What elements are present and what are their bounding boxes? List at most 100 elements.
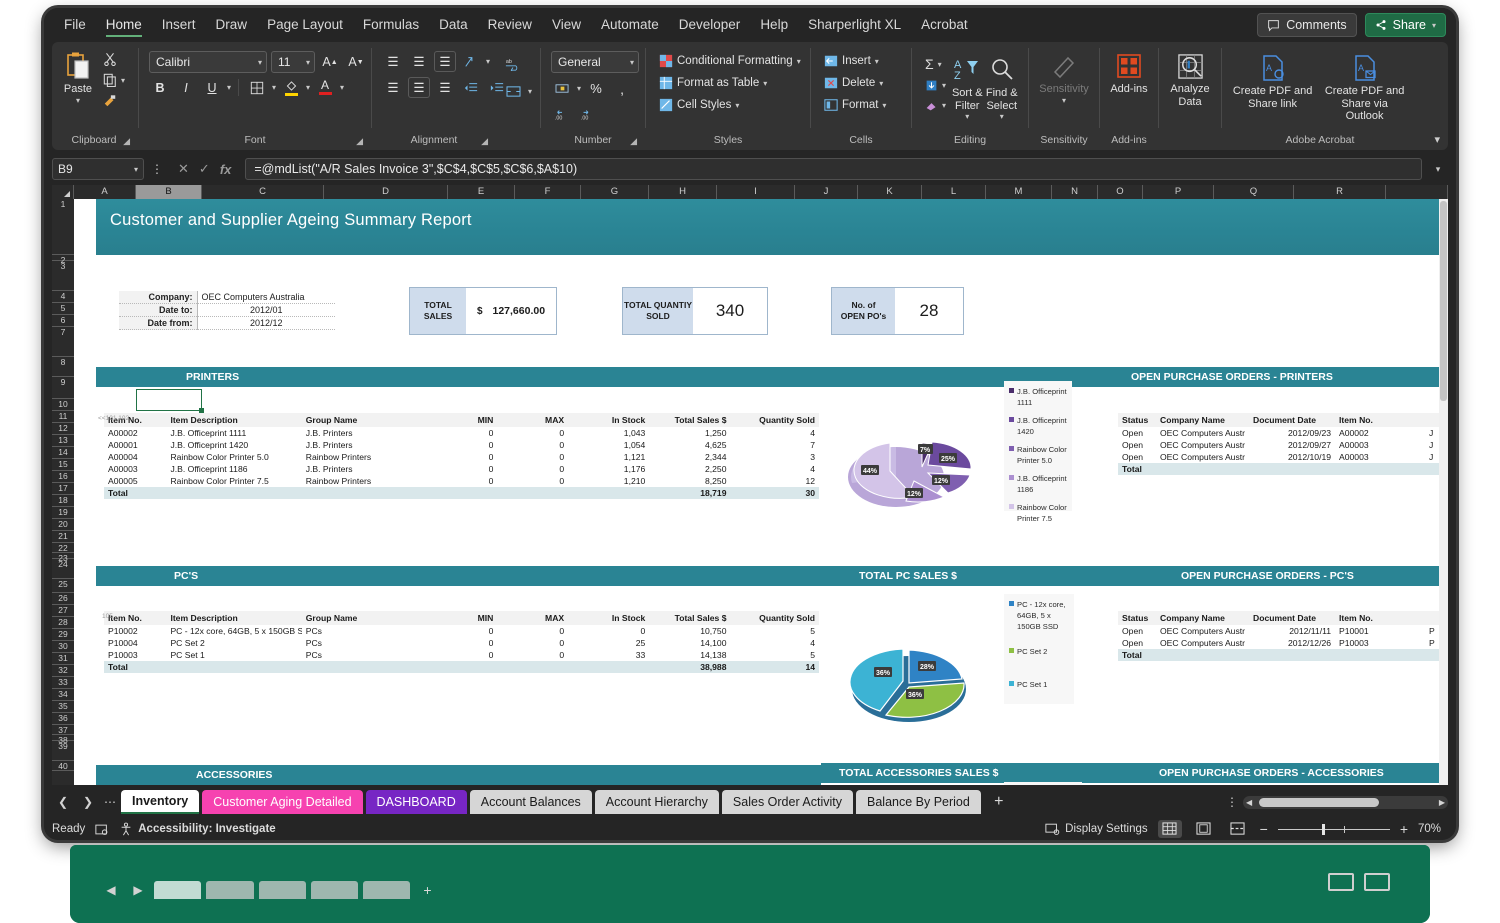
column-header-C[interactable]: C [202,185,324,199]
row-header-10[interactable]: 10 [52,399,74,411]
bold-button[interactable]: B [149,77,171,98]
row-header-14[interactable]: 14 [52,447,74,459]
ribbon-tab-developer[interactable]: Developer [669,11,751,39]
format-painter-button[interactable] [100,92,128,110]
row-header-17[interactable]: 17 [52,483,74,495]
horizontal-scroll-ellipsis-icon[interactable]: ⋮ [1224,795,1240,809]
orientation-chevron-down-icon[interactable]: ▾ [486,57,490,66]
table-row[interactable]: A00001 J.B. Officeprint 1420 J.B. Printe… [104,439,819,451]
record-macro-button[interactable] [95,823,109,836]
row-header-29[interactable]: 29 [52,629,74,641]
table-row[interactable]: Open OEC Computers Austr 2012/11/11 P100… [1118,625,1448,637]
paste-button[interactable]: Paste ▾ [60,47,96,105]
column-header-M[interactable]: M [986,185,1052,199]
sheet-tab-dashboard[interactable]: DASHBOARD [365,790,467,814]
delete-cells-button[interactable]: Delete ▾ [821,74,886,92]
collapse-ribbon-button[interactable]: ▾ [1434,133,1440,146]
increase-decimal-button[interactable]: .00 [551,104,573,125]
row-header-35[interactable]: 35 [52,701,74,713]
row-header-28[interactable]: 28 [52,617,74,629]
column-header-H[interactable]: H [649,185,717,199]
display-settings-button[interactable]: Display Settings [1045,823,1148,836]
row-header-18[interactable]: 18 [52,495,74,507]
column-header-E[interactable]: E [448,185,515,199]
page-break-preview-icon[interactable] [1226,820,1250,838]
cell-styles-button[interactable]: Cell Styles ▾ [656,96,742,114]
row-header-15[interactable]: 15 [52,459,74,471]
formula-bar-ellipsis-icon[interactable]: ⋮ [150,162,164,176]
zoom-out-button[interactable]: − [1260,821,1268,837]
font-color-button[interactable]: A [314,77,336,98]
insert-function-icon[interactable]: fx [220,162,232,177]
ribbon-tab-page-layout[interactable]: Page Layout [257,11,353,39]
expand-formula-bar-icon[interactable]: ▾ [1428,164,1448,175]
number-dialog-launcher-icon[interactable]: ◢ [630,136,637,147]
align-bottom-button[interactable]: ☰ [434,51,456,72]
ribbon-tab-insert[interactable]: Insert [152,11,206,39]
ribbon-tab-review[interactable]: Review [478,11,542,39]
row-header-3[interactable]: 3 [52,261,74,291]
sheet-tab-account-hierarchy[interactable]: Account Hierarchy [594,790,719,814]
merge-chevron-down-icon[interactable]: ▾ [528,87,532,96]
format-as-table-button[interactable]: Format as Table ▾ [656,74,770,92]
ribbon-tab-draw[interactable]: Draw [206,11,258,39]
column-header-L[interactable]: L [922,185,986,199]
sheet-tab-balance-by-period[interactable]: Balance By Period [856,790,981,814]
align-middle-button[interactable]: ☰ [408,51,430,72]
row-header-31[interactable]: 31 [52,653,74,665]
font-dialog-launcher-icon[interactable]: ◢ [356,136,363,147]
find-select-button[interactable]: Find & Select ▾ [986,51,1018,121]
ribbon-tab-sharperlight-xl[interactable]: Sharperlight XL [798,11,911,39]
ribbon-tab-home[interactable]: Home [96,11,152,39]
sheet-tab-customer-aging-detailed[interactable]: Customer Aging Detailed [202,790,363,814]
ribbon-tab-view[interactable]: View [542,11,591,39]
add-sheet-icon[interactable]: + [984,793,1014,811]
row-header-11[interactable]: 11 [52,411,74,423]
table-row[interactable]: P10002 PC - 12x core, 64GB, 5 x 150GB SS… [104,625,819,637]
normal-view-icon[interactable] [1157,820,1182,838]
autosum-button[interactable]: Σ ▾ [922,54,949,74]
table-row[interactable]: A00005 Rainbow Color Printer 7.5 Rainbow… [104,475,819,487]
row-header-13[interactable]: 13 [52,435,74,447]
sheet-tab-inventory[interactable]: Inventory [121,790,200,814]
align-center-button[interactable]: ☰ [408,77,430,98]
ribbon-tab-file[interactable]: File [54,11,96,39]
table-row[interactable]: P10004 PC Set 2 PCs 0 0 25 14,100 4 [104,637,819,649]
row-header-19[interactable]: 19 [52,507,74,519]
wrap-text-button[interactable]: ab [502,53,524,74]
param-value-date-from[interactable]: 2012/12 [197,316,335,330]
param-value-company[interactable]: OEC Computers Australia [197,291,335,304]
ribbon-tab-acrobat[interactable]: Acrobat [911,11,978,39]
alignment-dialog-launcher-icon[interactable]: ◢ [481,136,488,147]
borders-button[interactable] [246,77,268,98]
row-header-36[interactable]: 36 [52,713,74,725]
fill-color-button[interactable] [280,77,302,98]
sheet-list-ellipsis-icon[interactable]: ⋯ [102,795,118,809]
clear-button[interactable]: ▾ [922,97,949,114]
increase-font-size-button[interactable]: A ▲ [319,52,341,73]
column-header-J[interactable]: J [795,185,858,199]
create-pdf-outlook-button[interactable]: A Create PDF and Share via Outlook [1321,49,1408,123]
number-format-combo[interactable]: General ▾ [551,51,639,73]
analyze-data-button[interactable]: Analyze Data [1169,47,1211,108]
borders-chevron-down-icon[interactable]: ▾ [272,83,276,92]
row-header-33[interactable]: 33 [52,677,74,689]
ribbon-tab-automate[interactable]: Automate [591,11,669,39]
table-row[interactable]: A00002 J.B. Officeprint 1111 J.B. Printe… [104,427,819,439]
vertical-scrollbar-thumb[interactable] [1440,201,1447,401]
ribbon-tab-data[interactable]: Data [429,11,478,39]
comma-style-button[interactable]: , [611,78,633,99]
horizontal-scrollbar[interactable]: ◀ ▶ [1243,795,1448,809]
vertical-scrollbar[interactable] [1439,199,1448,785]
create-pdf-share-link-button[interactable]: A Create PDF and Share link [1232,49,1313,110]
column-header-D[interactable]: D [324,185,448,199]
table-row[interactable]: Open OEC Computers Austr 2012/09/27 A000… [1118,439,1448,451]
row-header-8[interactable]: 8 [52,357,74,377]
select-all-button[interactable] [52,185,74,199]
chevron-right-icon[interactable]: ❯ [77,795,99,809]
row-header-34[interactable]: 34 [52,689,74,701]
column-header-B[interactable]: B [136,185,202,199]
column-header-G[interactable]: G [581,185,649,199]
conditional-formatting-button[interactable]: Conditional Formatting ▾ [656,52,804,70]
table-row[interactable]: A00003 J.B. Officeprint 1186 J.B. Printe… [104,463,819,475]
